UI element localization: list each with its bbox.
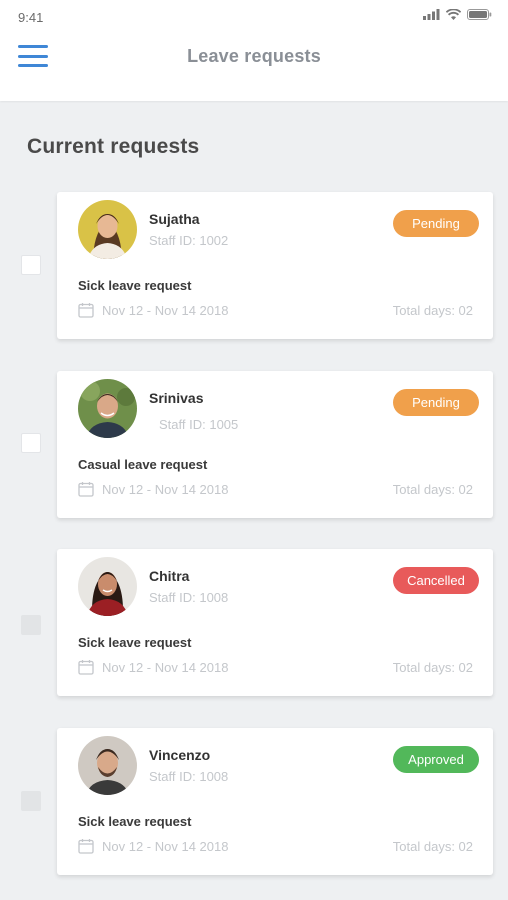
leave-type: Sick leave request <box>78 278 192 293</box>
avatar <box>78 736 137 795</box>
staff-id: Staff ID: 1002 <box>149 233 229 248</box>
status-badge: Pending <box>393 210 479 237</box>
request-card[interactable]: Sujatha Staff ID: 1002 Pending Sick leav… <box>57 192 493 339</box>
calendar-icon <box>78 482 94 497</box>
date-range-text: Nov 12 - Nov 14 2018 <box>102 481 229 497</box>
date-range: Nov 12 - Nov 14 2018 <box>78 838 228 854</box>
status-time: 9:41 <box>18 10 44 25</box>
leave-type: Sick leave request <box>78 814 192 829</box>
status-badge: Cancelled <box>393 567 479 594</box>
date-range-text: Nov 12 - Nov 14 2018 <box>102 659 229 675</box>
request-checkbox[interactable] <box>21 615 41 635</box>
status-badge: Approved <box>393 746 479 773</box>
request-checkbox[interactable] <box>21 255 41 275</box>
leave-type: Casual leave request <box>78 457 208 472</box>
calendar-icon <box>78 839 94 854</box>
total-days: Total days: 02 <box>392 660 473 675</box>
page-title: Leave requests <box>187 46 321 66</box>
avatar <box>78 200 137 259</box>
request-card[interactable]: Srinivas Staff ID: 1005 Pending Casual l… <box>57 371 493 518</box>
staff-id: Staff ID: 1005 <box>159 417 239 432</box>
employee-name: Vincenzo <box>149 747 211 763</box>
section-title: Current requests <box>27 135 200 158</box>
request-card[interactable]: Vincenzo Staff ID: 1008 Approved Sick le… <box>57 728 493 875</box>
employee-name: Chitra <box>149 568 190 584</box>
date-range-text: Nov 12 - Nov 14 2018 <box>102 838 229 854</box>
avatar <box>78 379 137 438</box>
leave-type: Sick leave request <box>78 635 192 650</box>
battery-icon <box>467 9 492 20</box>
total-days: Total days: 02 <box>392 482 473 497</box>
status-icons <box>423 9 492 20</box>
total-days: Total days: 02 <box>392 839 473 854</box>
date-range-text: Nov 12 - Nov 14 2018 <box>102 302 229 318</box>
employee-name: Sujatha <box>149 211 200 227</box>
calendar-icon <box>78 303 94 318</box>
staff-id: Staff ID: 1008 <box>149 769 229 784</box>
status-badge: Pending <box>393 389 479 416</box>
request-card[interactable]: Chitra Staff ID: 1008 Cancelled Sick lea… <box>57 549 493 696</box>
date-range: Nov 12 - Nov 14 2018 <box>78 481 228 497</box>
wifi-icon <box>446 9 461 20</box>
request-checkbox[interactable] <box>21 791 41 811</box>
employee-name: Srinivas <box>149 390 204 406</box>
total-days: Total days: 02 <box>392 303 473 318</box>
avatar <box>78 557 137 616</box>
staff-id: Staff ID: 1008 <box>149 590 229 605</box>
signal-icon <box>423 9 440 20</box>
request-checkbox[interactable] <box>21 433 41 453</box>
app-bar: 9:41 Leave requests <box>0 0 508 101</box>
date-range: Nov 12 - Nov 14 2018 <box>78 302 228 318</box>
calendar-icon <box>78 660 94 675</box>
date-range: Nov 12 - Nov 14 2018 <box>78 659 228 675</box>
